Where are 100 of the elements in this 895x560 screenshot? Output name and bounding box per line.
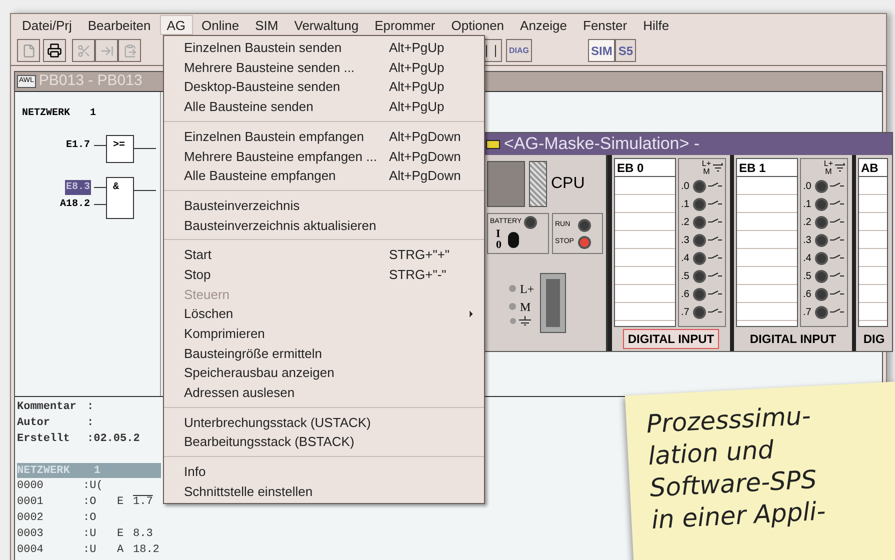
menu-item[interactable]: Komprimieren [164,324,484,344]
new-file-button[interactable] [17,39,40,62]
operand-address: 1.7 [133,495,153,510]
led-icon [693,234,706,246]
menu-item[interactable]: Alle Bausteine empfangen Alt+PgDown [164,166,484,186]
menu-bar-item[interactable]: AG [160,15,193,35]
insert-button[interactable] [95,39,118,62]
network-number: 1 [94,464,100,478]
paste-button[interactable] [118,39,141,62]
operand-type: E [117,527,125,542]
logic-gate: >= [106,135,134,163]
supply-label: L+ [702,160,711,168]
bit-label: .3 [803,234,812,248]
menu-item[interactable]: Bearbeitungsstack (BSTACK) [164,432,484,452]
led-icon [693,288,706,300]
menu-bar-item[interactable]: SIM [248,15,286,35]
led-icon [815,306,828,318]
menu-item[interactable]: Speicherausbau anzeigen [164,363,484,383]
printer-icon [47,43,62,58]
menu-bar-item[interactable]: Online [194,15,246,35]
bit-label: .5 [681,270,690,284]
menu-item[interactable]: Desktop-Bausteine senden Alt+PgUp [164,77,484,98]
menu-bar-item[interactable]: Datei/Prj [15,15,79,35]
bit-label: .1 [803,198,812,212]
print-button[interactable] [43,39,66,62]
menu-item[interactable]: Alle Bausteine senden Alt+PgUp [164,97,484,117]
menu-item[interactable]: Bausteinverzeichnis [164,196,484,216]
scissors-icon [76,44,90,58]
menu-item[interactable]: Löschen [164,304,484,324]
menu-bar-item[interactable]: Anzeige [513,15,574,35]
note-text: in einer Appli- [650,496,828,536]
menu-bar-item[interactable]: Bearbeiten [80,15,158,35]
bit-label: .6 [803,288,812,302]
bit-label: .1 [681,198,690,212]
menu-bar-item[interactable]: Verwaltung [287,15,366,35]
ground-icon [835,163,845,173]
menu-item[interactable]: Mehrere Bausteine empfangen ... Alt+PgDown [164,146,484,166]
menu-item[interactable]: Unterbrechungsstack (USTACK) [164,412,484,432]
led-icon [815,270,828,282]
led-icon [693,216,706,228]
menu-item[interactable]: Mehrere Bausteine senden ... Alt+PgUp [164,58,484,78]
module-icon [486,140,500,148]
bit-label: .2 [681,216,690,230]
menu-item[interactable]: Bausteinverzeichnis aktualisieren [164,216,484,236]
clipboard-icon [122,44,136,58]
supply-label: M [825,168,832,176]
bit-label: .0 [803,180,812,194]
slot-drawing [529,161,547,207]
terminal-label: L+ [520,280,534,298]
bit-label: .0 [681,180,690,194]
network-number: 1 [90,107,96,121]
instruction: :U [83,543,98,558]
instruction: :U( [83,479,104,494]
network-label: NETZWERK [22,107,70,121]
input-operand[interactable]: E8.3 [64,180,91,195]
menu-item[interactable]: Bausteingröße ermitteln [164,344,484,364]
menu-item[interactable]: Einzelnen Baustein senden Alt+PgUp [164,38,484,58]
toolbar-button[interactable]: DIAG [506,39,532,62]
bit-label: .6 [681,288,690,302]
supply-label: M [703,168,710,176]
menu-bar-item[interactable]: Optionen [444,15,512,35]
switch-label: 0 [496,240,502,251]
led-icon [693,180,706,192]
instruction: :U [83,527,98,542]
info-value: :02.05.2 [87,432,140,447]
cpu-label: CPU [551,174,585,194]
ground-icon [509,316,533,326]
led-icon [693,306,706,318]
cut-button[interactable] [72,39,95,62]
key-switch-icon[interactable] [508,232,518,248]
menu-item[interactable]: Start STRG+"+" [164,245,484,265]
simulation-title: <AG-Maske-Simulation> - [504,133,700,156]
instruction: :O [83,495,98,510]
terminal-icon [509,285,516,292]
led-icon [815,252,828,264]
line-number: 0000 [17,479,44,494]
input-operand[interactable]: A18.2 [58,197,91,212]
menu-bar-item[interactable]: Eprommer [368,15,442,35]
toolbar-button[interactable]: SIM [588,39,616,62]
ground-icon [713,163,723,173]
input-operand[interactable]: E1.7 [64,138,91,153]
menu-item[interactable]: Info [164,462,484,482]
menu-item[interactable]: Einzelnen Baustein empfangen Alt+PgDown [164,126,484,146]
menu-item[interactable]: Stop STRG+"-" [164,264,484,285]
arrow-to-line-icon [100,44,114,58]
operand-address: 8.3 [133,527,153,542]
logic-gate: & [106,177,134,219]
info-key: Kommentar [17,399,87,415]
menu-bar-item[interactable]: Hilfe [636,15,676,35]
toolbar-button[interactable]: S5 [615,39,636,62]
menu-item[interactable]: Schnittstelle einstellen [164,482,484,502]
terminal-label: M [520,298,531,316]
menu-bar-item[interactable]: Fenster [576,15,634,35]
document-title: PB013 - PB013 [38,71,142,92]
led-icon [815,234,828,246]
menu-item[interactable]: Adressen auslesen [164,383,484,403]
bit-label: .4 [681,252,690,266]
line-number: 0002 [17,511,44,526]
info-value: : [87,400,94,415]
led-icon [815,198,828,210]
